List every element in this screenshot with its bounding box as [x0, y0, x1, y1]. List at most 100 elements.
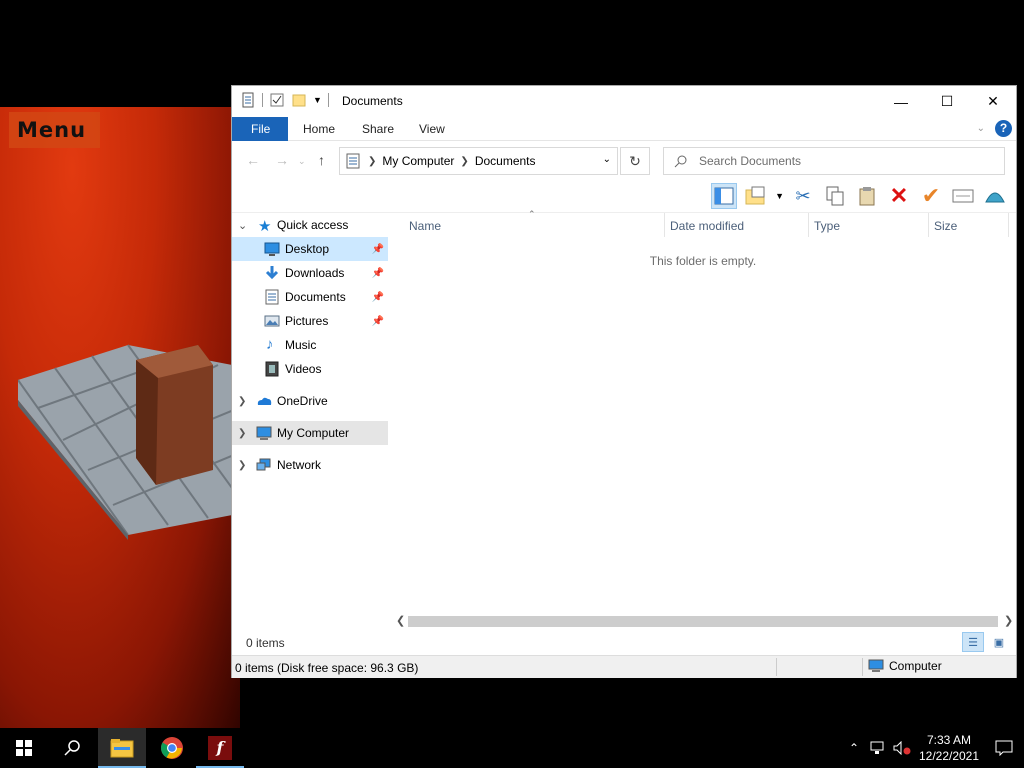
zone-label: Computer [889, 659, 942, 673]
sidebar-item-pictures[interactable]: Pictures 📌 [232, 309, 388, 333]
taskbar-chrome[interactable] [148, 728, 196, 768]
column-divider[interactable] [1008, 213, 1009, 237]
preview-pane-icon[interactable] [711, 183, 738, 209]
clock[interactable]: 7:33 AM 12/22/2021 [914, 732, 984, 764]
zone-indicator: Computer [868, 659, 942, 673]
breadcrumb-my-computer[interactable]: My Computer [382, 154, 454, 168]
delete-icon[interactable]: ✕ [886, 183, 912, 209]
properties-icon[interactable] [240, 92, 256, 108]
ribbon-tabs: File Home Share View ⌄ ? [232, 117, 1016, 141]
videos-icon [265, 361, 279, 377]
taskbar-flash[interactable]: f [196, 728, 244, 768]
windows-logo-icon [16, 740, 32, 756]
up-button[interactable]: ↑ [318, 152, 325, 168]
tab-file[interactable]: File [232, 117, 288, 141]
recent-locations-icon[interactable]: ⌄ [298, 156, 306, 167]
tab-view[interactable]: View [405, 117, 459, 141]
pin-icon: 📌 [371, 291, 384, 303]
close-button[interactable]: ✕ [970, 86, 1016, 117]
back-button[interactable]: ← [246, 152, 260, 168]
taskbar-file-explorer[interactable] [98, 728, 146, 768]
nav-label: Quick access [277, 218, 349, 232]
copy-icon[interactable] [822, 183, 848, 209]
customize-dropdown-icon[interactable]: ▼ [313, 95, 322, 105]
maximize-button[interactable]: ☐ [924, 86, 970, 117]
cut-icon[interactable]: ✂ [790, 183, 816, 209]
expand-arrow-icon[interactable]: ❯ [238, 396, 246, 407]
sidebar-item-desktop[interactable]: Desktop 📌 [232, 237, 388, 261]
forward-button[interactable]: → [275, 152, 289, 168]
column-header-date-modified[interactable]: Date modified [670, 219, 744, 233]
column-divider[interactable] [664, 213, 665, 237]
column-divider[interactable] [808, 213, 809, 237]
nav-label: Documents [285, 290, 346, 304]
paste-icon[interactable] [854, 183, 880, 209]
checkmark-doc-icon[interactable] [269, 92, 285, 108]
rename-check-icon[interactable]: ✔ [918, 183, 944, 209]
computer-icon [868, 659, 884, 672]
navigation-pane: ⌄ ★ Quick access Desktop 📌 Downloads 📌 D… [232, 213, 390, 613]
explorer-window: ▼ Documents — ☐ ✕ File Home Share View ⌄… [231, 85, 1017, 678]
help-icon[interactable]: ? [995, 120, 1012, 137]
scrollbar-thumb[interactable] [408, 616, 998, 627]
star-icon: ★ [258, 218, 272, 235]
status-detail: 0 items (Disk free space: 96.3 GB) [235, 661, 419, 675]
game-menu-button[interactable]: Menu [9, 112, 100, 148]
refresh-button[interactable]: ↻ [620, 147, 650, 175]
address-bar[interactable]: ❯ My Computer ❯ Documents ⌄ [339, 147, 618, 175]
email-icon[interactable] [950, 183, 976, 209]
tab-home[interactable]: Home [289, 117, 349, 141]
column-divider[interactable] [928, 213, 929, 237]
search-input[interactable]: Search Documents [663, 147, 1005, 175]
sidebar-item-network[interactable]: ❯ Network [232, 453, 388, 477]
breadcrumb-documents[interactable]: Documents [475, 154, 536, 168]
notifications-button[interactable] [984, 740, 1024, 756]
nav-quick-access[interactable]: ⌄ ★ Quick access [232, 213, 388, 237]
search-button[interactable] [48, 728, 96, 768]
downloads-icon [265, 266, 279, 280]
expand-arrow-icon[interactable]: ⌄ [238, 219, 247, 232]
pin-icon: 📌 [371, 267, 384, 279]
system-tray: ⌃ 7:33 AM 12/22/2021 [842, 728, 1024, 768]
sidebar-item-my-computer[interactable]: ❯ My Computer [232, 421, 388, 445]
nav-label: Downloads [285, 266, 345, 280]
tab-share[interactable]: Share [348, 117, 408, 141]
command-toolbar: ▼ ✂ ✕ ✔ [232, 179, 1016, 213]
nav-label: OneDrive [277, 394, 328, 408]
column-header-name[interactable]: Name [409, 219, 441, 233]
large-icons-view-icon[interactable]: ▣ [988, 632, 1010, 652]
shell-icon[interactable] [982, 183, 1008, 209]
file-list: ⌃ Name Date modified Type Size This fold… [390, 209, 1016, 616]
scroll-right-icon[interactable]: ❯ [1004, 614, 1013, 627]
onedrive-icon [257, 397, 272, 405]
show-hidden-icons-icon[interactable]: ⌃ [842, 741, 866, 755]
address-dropdown-icon[interactable]: ⌄ [603, 154, 611, 165]
sidebar-item-downloads[interactable]: Downloads 📌 [232, 261, 388, 285]
horizontal-scrollbar[interactable]: ❮ ❯ [390, 613, 1016, 630]
expand-arrow-icon[interactable]: ❯ [238, 460, 246, 471]
properties-folder-icon[interactable] [743, 183, 769, 209]
sidebar-item-onedrive[interactable]: ❯ OneDrive [232, 389, 388, 413]
network-status-icon[interactable] [866, 741, 890, 755]
nav-label: Network [277, 458, 322, 472]
nav-label: Desktop [285, 242, 330, 256]
minimize-button[interactable]: — [878, 86, 924, 117]
properties-dropdown-icon[interactable]: ▼ [775, 191, 784, 201]
sidebar-item-documents[interactable]: Documents 📌 [232, 285, 388, 309]
status-divider [862, 658, 863, 676]
details-view-icon[interactable]: ☰ [962, 632, 984, 652]
sidebar-item-videos[interactable]: Videos [232, 357, 388, 381]
column-header-type[interactable]: Type [814, 219, 840, 233]
sidebar-item-music[interactable]: ♪ Music [232, 333, 388, 357]
column-header-size[interactable]: Size [934, 219, 957, 233]
pin-icon: 📌 [371, 315, 384, 327]
pin-icon: 📌 [371, 243, 384, 255]
start-button[interactable] [0, 728, 48, 768]
scroll-left-icon[interactable]: ❮ [396, 614, 405, 627]
game-board-image [18, 344, 258, 540]
empty-folder-message: This folder is empty. [649, 254, 757, 268]
volume-muted-icon[interactable] [890, 741, 914, 755]
expand-arrow-icon[interactable]: ❯ [238, 428, 246, 439]
new-folder-icon[interactable] [291, 92, 307, 108]
expand-ribbon-icon[interactable]: ⌄ [977, 123, 985, 134]
